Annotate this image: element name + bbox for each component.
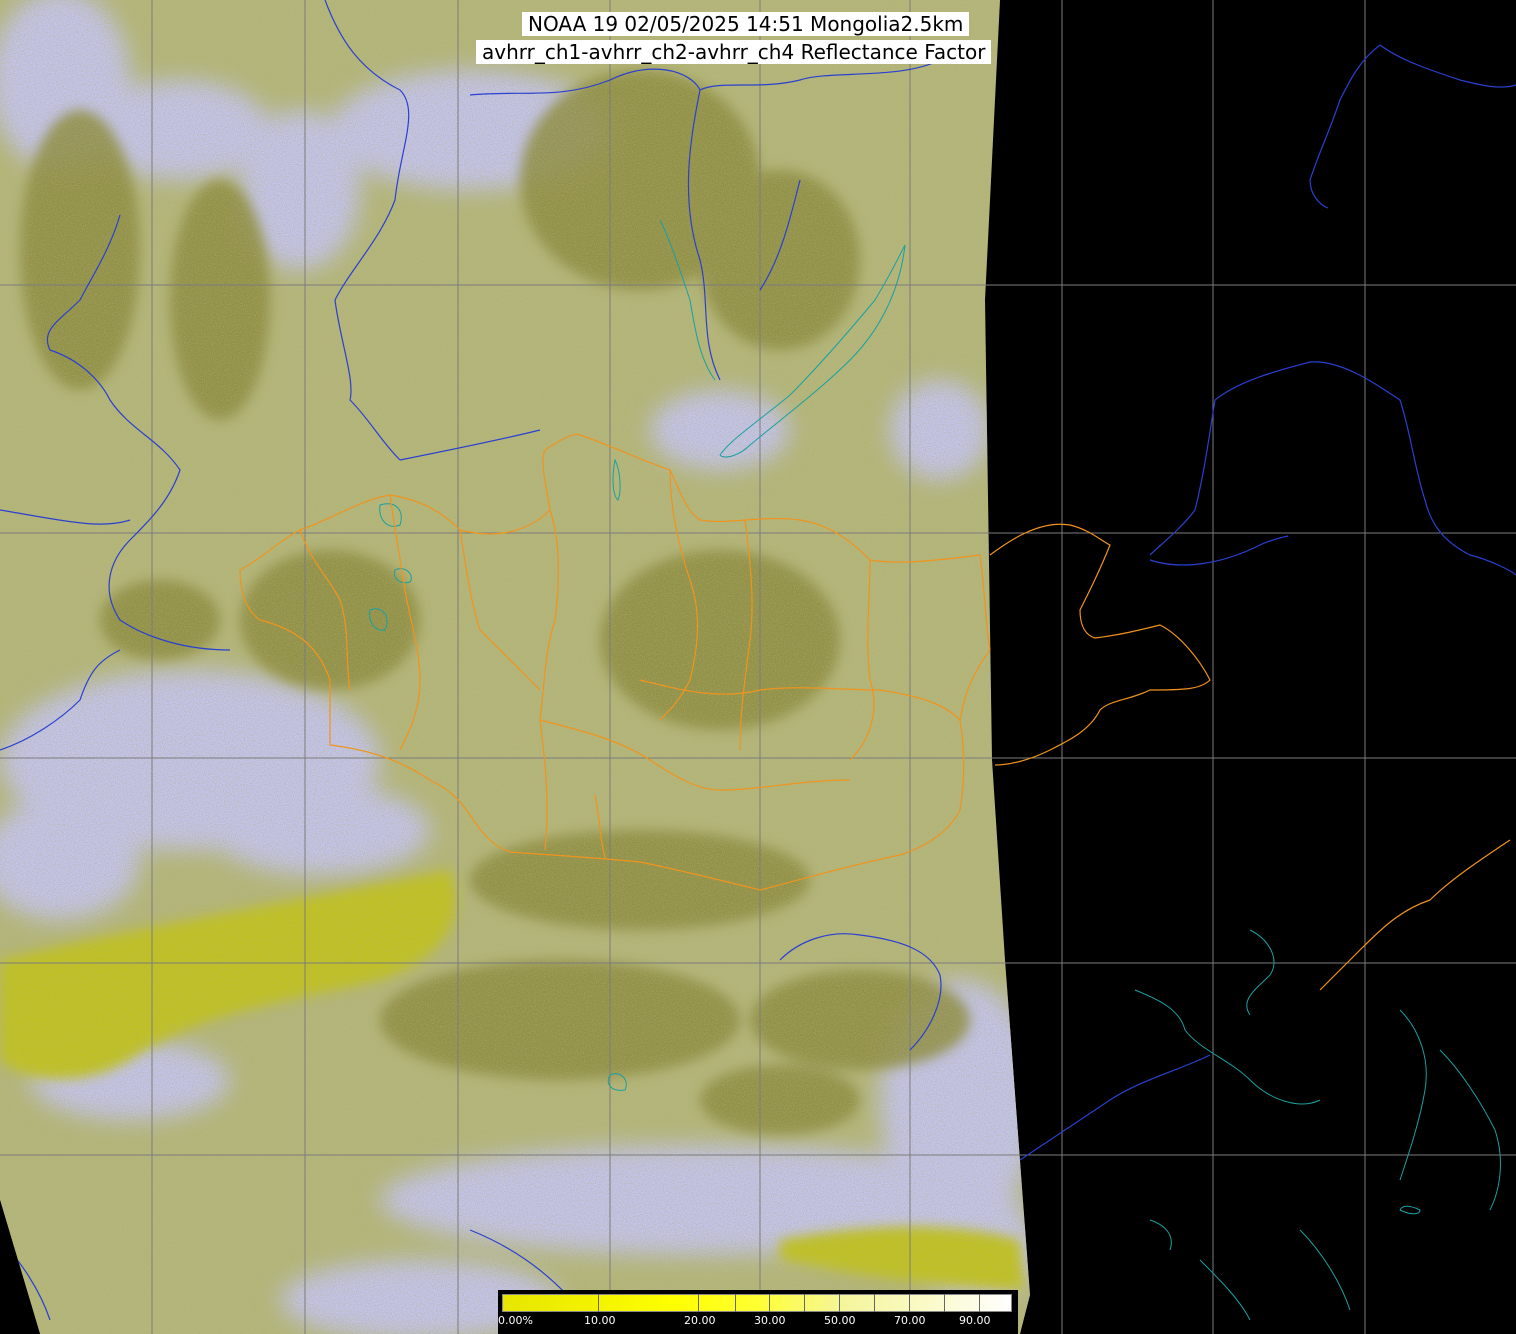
satellite-image-viewer: NOAA 19 02/05/2025 14:51 Mongolia2.5km a…: [0, 0, 1516, 1334]
satellite-swath: [0, 0, 1030, 1334]
colorbar-gradient: [502, 1294, 1012, 1312]
colorbar-label: 20.00: [684, 1314, 716, 1327]
satellite-map: [0, 0, 1516, 1334]
colorbar-label: 50.00: [824, 1314, 856, 1327]
colorbar-tick: [735, 1294, 736, 1312]
colorbar-label: 30.00: [754, 1314, 786, 1327]
colorbar-tick: [804, 1294, 805, 1312]
colorbar-label: 10.00: [584, 1314, 616, 1327]
colorbar-label: 90.00: [959, 1314, 991, 1327]
colorbar-tick: [909, 1294, 910, 1312]
colorbar-label: 70.00: [894, 1314, 926, 1327]
colorbar-label: 0.00%: [498, 1314, 533, 1327]
colorbar-tick: [769, 1294, 770, 1312]
colorbar-tick: [944, 1294, 945, 1312]
colorbar-tick: [979, 1294, 980, 1312]
colorbar-legend: 0.00% 10.00 20.00 30.00 50.00 70.00 90.0…: [498, 1290, 1018, 1334]
colorbar-tick: [598, 1294, 599, 1312]
image-subtitle: avhrr_ch1-avhrr_ch2-avhrr_ch4 Reflectanc…: [476, 40, 992, 64]
image-title: NOAA 19 02/05/2025 14:51 Mongolia2.5km: [522, 12, 970, 36]
colorbar-tick: [874, 1294, 875, 1312]
colorbar-tick: [839, 1294, 840, 1312]
colorbar-tick: [698, 1294, 699, 1312]
